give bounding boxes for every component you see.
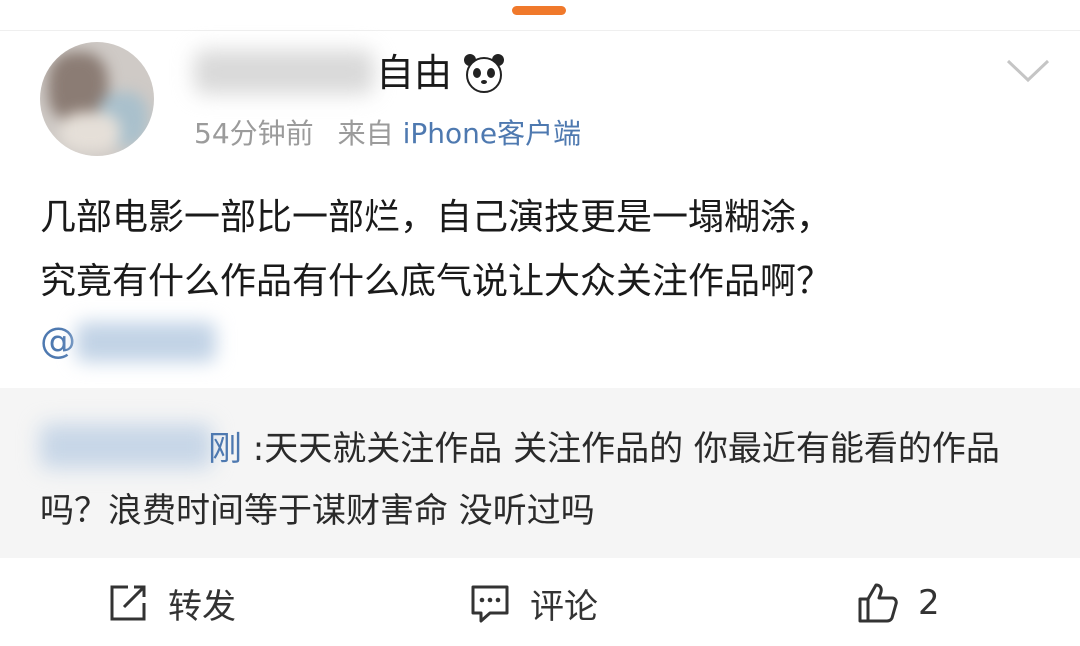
repost-label: 转发: [168, 586, 236, 627]
comment-icon: [471, 585, 509, 623]
author-name-redacted: [194, 50, 374, 94]
avatar-blurred-image: [40, 42, 154, 156]
mention-name-redacted: [76, 322, 216, 362]
mention-link[interactable]: @: [40, 314, 76, 370]
like-count: 2: [918, 583, 940, 623]
like-button[interactable]: 2: [856, 578, 940, 628]
timestamp: 54分钟前: [194, 117, 314, 150]
repost-button[interactable]: 转发: [106, 578, 236, 628]
post-text-line: 究竟有什么作品有什么底气说让大众关注作品啊？: [40, 261, 833, 302]
reply-user-link[interactable]: 刚: [208, 429, 242, 469]
source-client-link[interactable]: iPhone客户端: [403, 117, 582, 150]
avatar[interactable]: [40, 42, 154, 156]
post-meta: 54分钟前 来自 iPhone客户端: [194, 112, 581, 156]
author-name[interactable]: 自由: [376, 46, 506, 100]
mention-at[interactable]: @: [40, 321, 76, 362]
thumbs-up-icon: [858, 583, 898, 623]
source-prefix: 来自: [337, 117, 394, 150]
repost-icon: [110, 585, 146, 621]
author-name-text[interactable]: 自由: [376, 46, 452, 100]
divider: [0, 30, 1080, 31]
comment-label: 评论: [530, 586, 598, 627]
comment-button[interactable]: 评论: [468, 578, 598, 628]
reply-body: :天天就关注作品 关注作品的 你最近有能看的作品吗？浪费时间等于谋财害命 没听过…: [40, 429, 1000, 531]
reply-text: 刚 :天天就关注作品 关注作品的 你最近有能看的作品吗？浪费时间等于谋财害命 没…: [40, 418, 1050, 542]
action-bar: 转发 评论 2: [0, 558, 1080, 646]
post-text: 几部电影一部比一部烂，自己演技更是一塌糊涂， 究竟有什么作品有什么底气说让大众关…: [40, 186, 1050, 314]
chevron-down-icon[interactable]: [1006, 58, 1050, 84]
drag-handle[interactable]: [512, 6, 566, 15]
post-text-line: 几部电影一部比一部烂，自己演技更是一塌糊涂，: [40, 197, 833, 238]
panda-icon: [464, 54, 505, 93]
